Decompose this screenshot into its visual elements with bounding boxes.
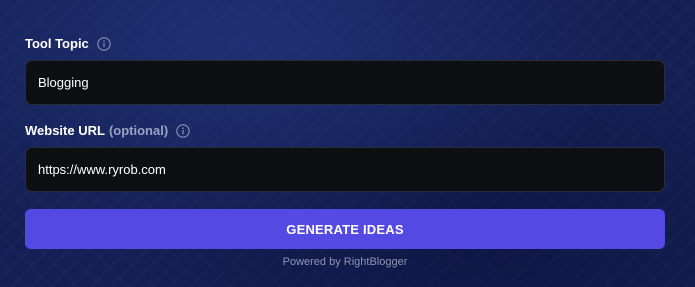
tool-topic-input[interactable]	[38, 75, 652, 90]
info-icon[interactable]	[176, 123, 190, 138]
optional-tag: (optional)	[108, 123, 169, 138]
info-icon[interactable]	[97, 36, 111, 51]
website-url-field[interactable]	[25, 147, 665, 192]
tool-topic-label-row: Tool Topic	[25, 36, 111, 51]
website-url-label: Website URL	[25, 123, 105, 138]
website-url-input[interactable]	[38, 162, 652, 177]
tool-topic-label: Tool Topic	[25, 36, 89, 51]
tool-topic-field[interactable]	[25, 60, 665, 105]
powered-by-text: Powered by RightBlogger	[282, 256, 408, 268]
website-url-label-row: Website URL (optional)	[25, 123, 190, 138]
generate-ideas-button[interactable]: GENERATE IDEAS	[25, 209, 665, 249]
